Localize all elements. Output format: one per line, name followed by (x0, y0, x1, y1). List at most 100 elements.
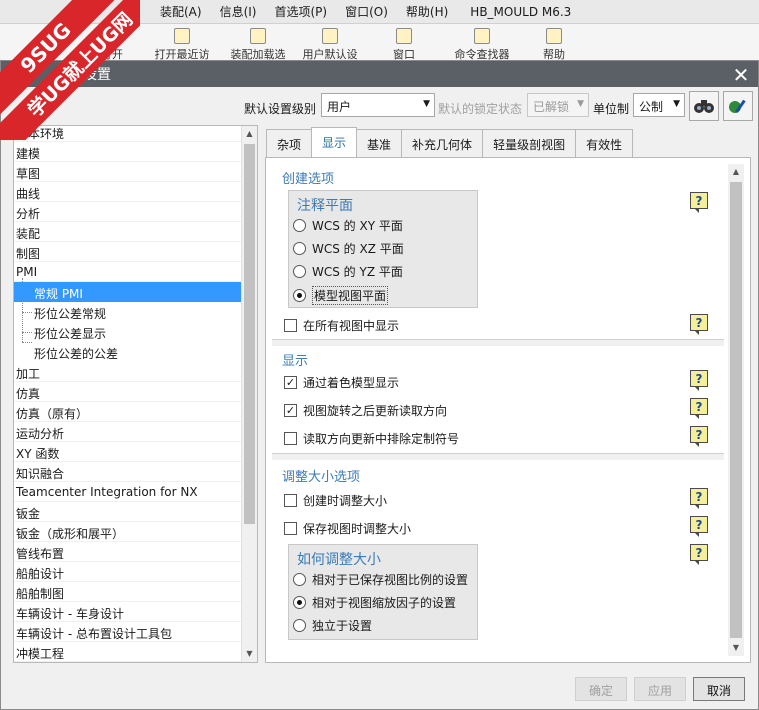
radio-button-selected[interactable] (293, 289, 306, 302)
help-icon[interactable]: ? (690, 192, 710, 214)
menu-assembly[interactable]: 装配(A) (160, 3, 202, 20)
tool-assembly-load[interactable]: 装配加载选 (226, 28, 290, 62)
category-tree: 基本环境 建模 草图 曲线 分析 装配 制图 PMI 常规 PMI 形位公差常规… (13, 125, 258, 663)
chevron-down-icon: ▼ (673, 99, 680, 109)
tree-item-gdt-tolerance[interactable]: 形位公差的公差 (14, 342, 242, 362)
help-icon[interactable]: ? (690, 426, 710, 448)
tree-item-curve[interactable]: 曲线 (14, 182, 242, 202)
tree-item-analysis[interactable]: 分析 (14, 202, 242, 222)
tool-command-finder[interactable]: 命令查找器 (450, 28, 514, 62)
help-icon[interactable]: ? (690, 398, 710, 420)
tree-item-simulation-legacy[interactable]: 仿真（原有） (14, 402, 242, 422)
radio-relative-saved-scale[interactable]: 相对于已保存视图比例的设置 (293, 571, 468, 588)
checkbox-show-all-views[interactable]: 在所有视图中显示 (284, 317, 399, 334)
menu-help[interactable]: 帮助(H) (406, 3, 448, 20)
app-title: HB_MOULD M6.3 (470, 4, 572, 19)
tab-datum[interactable]: 基准 (356, 129, 403, 157)
scroll-up-icon[interactable]: ▲ (242, 126, 257, 142)
radio-model-view-plane[interactable]: 模型视图平面 (293, 286, 389, 305)
tree-item-xy-function[interactable]: XY 函数 (14, 442, 242, 462)
apply-button[interactable]: 应用 (634, 677, 686, 701)
checkbox[interactable] (284, 494, 297, 507)
tree-item-pmi[interactable]: PMI (14, 262, 242, 282)
tree-item-simulation[interactable]: 仿真 (14, 382, 242, 402)
radio-wcs-xy[interactable]: WCS 的 XY 平面 (293, 217, 403, 234)
tree-item-teamcenter[interactable]: Teamcenter Integration for NX (14, 482, 242, 502)
tool-window[interactable]: 窗口 (372, 28, 436, 62)
tree-item-gdt-general[interactable]: 形位公差常规 (14, 302, 242, 322)
tree-item-manufacturing[interactable]: 加工 (14, 362, 242, 382)
tab-display[interactable]: 显示 (311, 127, 358, 157)
tree-item-modeling[interactable]: 建模 (14, 142, 242, 162)
unit-select[interactable]: 公制 ▼ (633, 93, 685, 117)
tree-item-ship-drafting[interactable]: 船舶制图 (14, 582, 242, 602)
radio-button[interactable] (293, 242, 306, 255)
checkbox-update-after-rotate[interactable]: ✓ 视图旋转之后更新读取方向 (284, 402, 447, 419)
tool-help[interactable]: 帮助 (522, 28, 586, 62)
tree-item-basic-environment[interactable]: 基本环境 (14, 126, 242, 142)
radio-button[interactable] (293, 219, 306, 232)
radio-independent[interactable]: 独立于设置 (293, 617, 372, 634)
lock-select[interactable]: 已解锁 ▼ (527, 93, 589, 117)
radio-wcs-yz[interactable]: WCS 的 YZ 平面 (293, 263, 403, 280)
help-icon[interactable]: ? (690, 370, 710, 392)
tree-scroll-thumb[interactable] (244, 144, 255, 524)
find-button[interactable] (689, 91, 719, 121)
close-icon[interactable]: ✕ (730, 63, 752, 87)
tree-item-knowledge-fusion[interactable]: 知识融合 (14, 462, 242, 482)
tree-item-general-pmi[interactable]: 常规 PMI (14, 282, 242, 302)
ok-button[interactable]: 确定 (575, 677, 627, 701)
checkbox[interactable] (284, 522, 297, 535)
tree-item-ship-design[interactable]: 船舶设计 (14, 562, 242, 582)
checkbox-shaded-display[interactable]: ✓ 通过着色模型显示 (284, 374, 399, 391)
panel-scrollbar[interactable]: ▲ ▼ (728, 164, 744, 656)
tree-item-sheet-metal-form[interactable]: 钣金（成形和展平） (14, 522, 242, 542)
tree-item-assembly[interactable]: 装配 (14, 222, 242, 242)
checkbox-exclude-custom-symbols[interactable]: 读取方向更新中排除定制符号 (284, 430, 459, 447)
checkbox-checked[interactable]: ✓ (284, 376, 297, 389)
tab-effectivity[interactable]: 有效性 (575, 129, 634, 157)
tree-item-gdt-display[interactable]: 形位公差显示 (14, 322, 242, 342)
scroll-down-icon[interactable]: ▼ (242, 646, 257, 662)
menu-window[interactable]: 窗口(O) (345, 3, 388, 20)
tree-item-sketch[interactable]: 草图 (14, 162, 242, 182)
checkbox[interactable] (284, 432, 297, 445)
level-select[interactable]: 用户 ▼ (321, 93, 435, 117)
help-icon[interactable]: ? (690, 488, 710, 510)
checkbox-resize-on-save-view[interactable]: 保存视图时调整大小 (284, 520, 411, 537)
tab-misc[interactable]: 杂项 (266, 129, 313, 157)
tool-user-defaults[interactable]: 用户默认设 (298, 28, 362, 62)
tool-open[interactable]: 打开 (80, 28, 144, 62)
menu-info[interactable]: 信息(I) (220, 3, 257, 20)
tree-item-motion[interactable]: 运动分析 (14, 422, 242, 442)
tab-lightweight-section[interactable]: 轻量级剖视图 (482, 129, 577, 157)
radio-wcs-xz[interactable]: WCS 的 XZ 平面 (293, 240, 404, 257)
binoculars-icon (694, 100, 714, 113)
radio-button-selected[interactable] (293, 596, 306, 609)
scroll-up-icon[interactable]: ▲ (728, 164, 744, 180)
checkbox[interactable] (284, 319, 297, 332)
tree-item-routing[interactable]: 管线布置 (14, 542, 242, 562)
tree-item-drafting[interactable]: 制图 (14, 242, 242, 262)
checkbox-resize-on-create[interactable]: 创建时调整大小 (284, 492, 387, 509)
tab-supplementary-geometry[interactable]: 补充几何体 (401, 129, 484, 157)
tree-item-vehicle-layout[interactable]: 车辆设计 - 总布置设计工具包 (14, 622, 242, 642)
tree-item-die-engineering[interactable]: 冲模工程 (14, 642, 242, 662)
manage-button[interactable] (723, 91, 753, 121)
dialog-titlebar: 设置 (1, 61, 758, 87)
checkbox-checked[interactable]: ✓ (284, 404, 297, 417)
tree-scrollbar[interactable]: ▲ ▼ (241, 126, 257, 662)
panel-scroll-thumb[interactable] (730, 182, 742, 638)
radio-relative-zoom-factor[interactable]: 相对于视图缩放因子的设置 (293, 594, 456, 611)
scroll-down-icon[interactable]: ▼ (728, 640, 744, 656)
help-icon[interactable]: ? (690, 314, 710, 336)
tree-item-vehicle-body[interactable]: 车辆设计 - 车身设计 (14, 602, 242, 622)
cancel-button[interactable]: 取消 (693, 677, 745, 701)
help-icon[interactable]: ? (690, 516, 710, 538)
help-icon[interactable]: ? (690, 544, 710, 566)
radio-button[interactable] (293, 265, 306, 278)
radio-button[interactable] (293, 619, 306, 632)
tree-item-sheet-metal[interactable]: 钣金 (14, 502, 242, 522)
menu-preferences[interactable]: 首选项(P) (274, 3, 327, 20)
radio-button[interactable] (293, 573, 306, 586)
